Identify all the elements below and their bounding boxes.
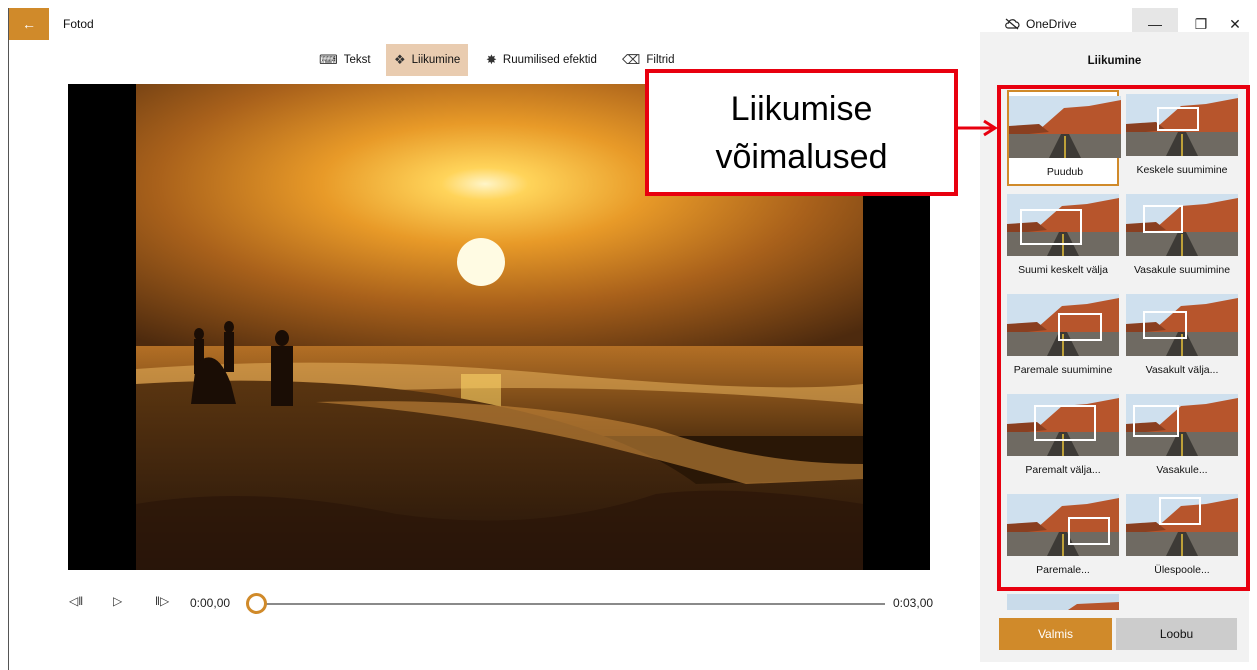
previous-frame-button[interactable]: ◁‖ <box>69 594 83 608</box>
restore-icon: ❐ <box>1194 15 1208 32</box>
next-frame-button[interactable]: ‖▷ <box>155 594 169 608</box>
timeline-track[interactable] <box>265 603 885 605</box>
filter-icon: ⌫ <box>622 52 641 67</box>
tool-label: Tekst <box>343 54 371 66</box>
cloud-off-icon <box>1005 18 1020 30</box>
app-title: Fotod <box>63 17 94 31</box>
minimize-icon: — <box>1148 16 1162 32</box>
motion-icon: ❖ <box>394 52 406 67</box>
done-button[interactable]: Valmis <box>999 618 1112 650</box>
partial-option-thumbnail <box>1007 594 1119 610</box>
tool-label: Liikumine <box>411 54 461 66</box>
current-time: 0:00,00 <box>190 596 231 610</box>
total-time: 0:03,00 <box>893 596 934 610</box>
playback-bar: ◁‖ ▷ ‖▷ 0:00,00 0:03,00 <box>9 588 987 618</box>
annotation-arrow-icon <box>958 119 998 137</box>
tool-text[interactable]: ⌨ Tekst <box>311 44 379 76</box>
text-icon: ⌨ <box>319 52 338 67</box>
back-button[interactable]: ← <box>9 8 49 40</box>
onedrive-label: OneDrive <box>1026 17 1077 31</box>
close-icon: ✕ <box>1229 15 1241 32</box>
cancel-button[interactable]: Loobu <box>1116 618 1237 650</box>
play-button[interactable]: ▷ <box>113 594 122 608</box>
tool-label: Ruumilised efektid <box>502 54 597 66</box>
panel-title: Liikumine <box>1087 55 1142 67</box>
3d-effects-icon: ✸ <box>486 52 497 67</box>
arrow-left-icon: ← <box>22 16 36 32</box>
annotation-line-2: võimalused <box>715 137 888 176</box>
onedrive-button[interactable]: OneDrive <box>1004 17 1077 31</box>
tool-3d-effects[interactable]: ✸ Ruumilised efektid <box>478 44 605 76</box>
tool-label: Filtrid <box>646 54 675 66</box>
annotation-callout: Liikumise võimalused <box>645 69 958 196</box>
annotation-line-1: Liikumise <box>730 89 873 128</box>
annotation-frame <box>997 85 1250 591</box>
tool-motion[interactable]: ❖ Liikumine <box>386 44 469 76</box>
timeline-thumb[interactable] <box>246 593 267 614</box>
